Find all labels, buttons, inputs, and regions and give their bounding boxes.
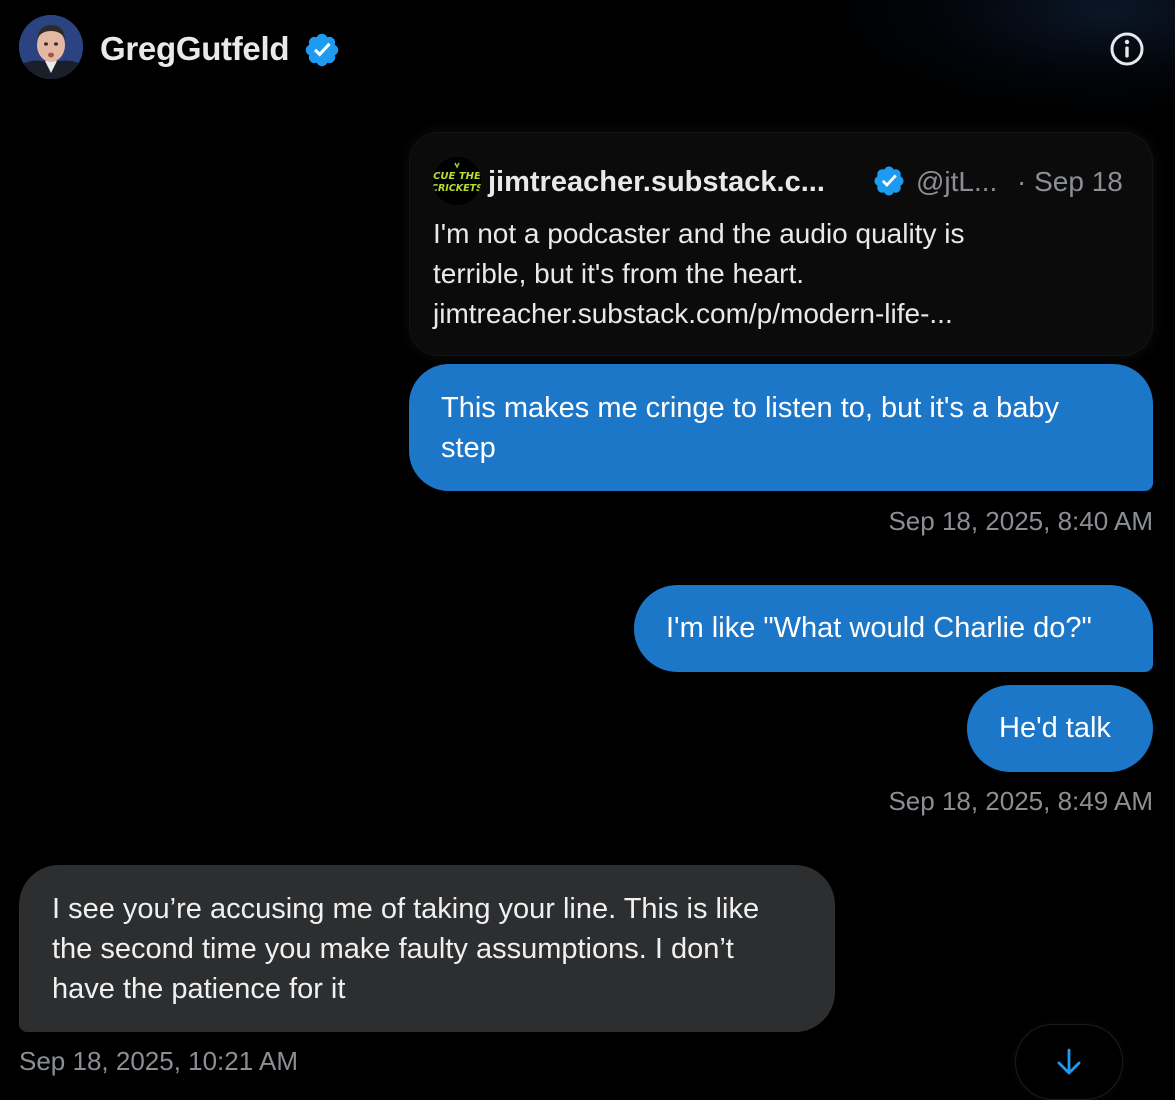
- quoted-post-link[interactable]: jimtreacher.substack.com/p/modern-life-.…: [433, 294, 1133, 334]
- quoted-post-date: · Sep 18: [1017, 166, 1123, 197]
- quoted-post-text-line: I'm not a podcaster and the audio qualit…: [433, 218, 965, 249]
- message-text-line: This makes me cringe to listen to, but i…: [441, 392, 1060, 424]
- quoted-post-text-line: terrible, but it's from the heart.: [433, 258, 805, 289]
- message-timestamp: Sep 18, 2025, 8:40 AM: [888, 506, 1153, 536]
- arrow-down-icon: [1057, 1048, 1081, 1075]
- conversation-header: GregGutfeld: [0, 0, 1175, 96]
- quoted-post-card[interactable]: CUE THE CRICKETS jimtreacher.substack.c.…: [409, 132, 1153, 356]
- quoted-post-author-name: jimtreacher.substack.c...: [488, 166, 825, 198]
- message-timestamp: Sep 18, 2025, 10:21 AM: [19, 1046, 298, 1076]
- avatar-portrait: [19, 15, 83, 79]
- conversation-title[interactable]: GregGutfeld: [100, 30, 290, 68]
- scroll-to-bottom-button[interactable]: [1016, 1025, 1122, 1099]
- info-icon[interactable]: [1108, 30, 1146, 68]
- message-text-line: have the patience for it: [52, 973, 346, 1005]
- verified-badge-icon: [305, 33, 339, 67]
- verified-badge-icon: [874, 166, 904, 196]
- avatar[interactable]: [19, 15, 83, 79]
- quoted-post-handle: @jtL...: [916, 166, 998, 197]
- cue-the-crickets-logo: CUE THE CRICKETS: [433, 157, 481, 205]
- quoted-post-text: I'm not a podcaster and the audio qualit…: [433, 214, 1133, 334]
- message-bubble-outgoing[interactable]: He'd talk: [967, 685, 1153, 772]
- message-text-line: step: [441, 432, 496, 464]
- message-bubble-outgoing[interactable]: This makes me cringe to listen to, but i…: [409, 364, 1153, 491]
- svg-text:CRICKETS: CRICKETS: [433, 183, 481, 194]
- message-text-line: the second time you make faulty assumpti…: [52, 933, 734, 965]
- svg-text:CUE THE: CUE THE: [433, 171, 481, 182]
- quoted-post-avatar: CUE THE CRICKETS: [433, 157, 481, 205]
- message-bubble-incoming[interactable]: I see you’re accusing me of taking your …: [19, 865, 835, 1032]
- message-bubble-outgoing[interactable]: I'm like "What would Charlie do?": [634, 585, 1153, 672]
- message-timestamp: Sep 18, 2025, 8:49 AM: [888, 786, 1153, 816]
- message-text-line: I see you’re accusing me of taking your …: [52, 893, 760, 925]
